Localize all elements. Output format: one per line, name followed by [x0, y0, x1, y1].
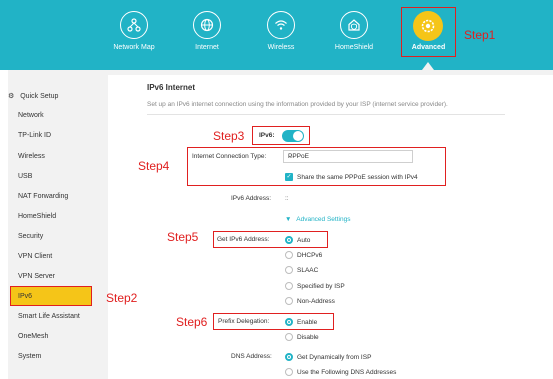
sidebar-item-nat-forwarding[interactable]: NAT Forwarding [18, 193, 68, 200]
radio-dns-manual[interactable] [285, 368, 293, 376]
share-session-label: Share the same PPPoE session with IPv4 [297, 174, 418, 181]
radio-non-address-label: Non-Address [297, 298, 335, 305]
nav-label-homeshield: HomeShield [334, 44, 374, 51]
sidebar-item-security[interactable]: Security [18, 233, 43, 240]
radio-dhcpv6-label: DHCPv6 [297, 252, 323, 259]
radio-auto-label: Auto [297, 237, 311, 244]
prefix-delegation-label: Prefix Delegation: [218, 318, 270, 325]
nav-label-advanced: Advanced [411, 44, 446, 51]
sidebar-item-tp-link-id[interactable]: TP-Link ID [18, 132, 51, 139]
triangle-down-icon: ▼ [285, 216, 292, 223]
ipv6-address-label: IPv6 Address: [231, 195, 272, 202]
sidebar-item-smart-life-assistant[interactable]: Smart Life Assistant [18, 313, 80, 320]
sidebar-item-ipv6[interactable]: IPv6 [10, 286, 92, 306]
step5-annotation: Step5 [167, 230, 199, 244]
radio-dhcpv6[interactable] [285, 251, 293, 259]
sidebar-item-label: Quick Setup [20, 93, 59, 100]
get-ipv6-address-label: Get IPv6 Address: [217, 236, 270, 243]
radio-slaac[interactable] [285, 266, 293, 274]
sidebar-item-label: IPv6 [18, 293, 33, 300]
ipv6-address-value: :: [285, 195, 289, 202]
step4-annotation: Step4 [138, 159, 170, 173]
radio-specified-by-isp[interactable] [285, 282, 293, 290]
radio-specified-by-isp-label: Specified by ISP [297, 283, 345, 290]
gear-icon: ⚙ [8, 93, 15, 100]
step2-annotation: Step2 [106, 291, 138, 305]
dns-address-label: DNS Address: [231, 353, 272, 360]
radio-enable-label: Enable [297, 319, 318, 326]
ipv6-toggle-label: IPv6: [259, 132, 275, 139]
step1-annotation: Step1 [464, 28, 496, 42]
globe-icon [193, 11, 221, 39]
gear-icon [413, 11, 443, 41]
radio-dns-manual-label: Use the Following DNS Addresses [297, 369, 397, 376]
radio-dns-dynamic-label: Get Dynamically from ISP [297, 354, 372, 361]
sidebar-item-quick-setup[interactable]: ⚙ Quick Setup [8, 92, 58, 100]
radio-slaac-label: SLAAC [297, 267, 319, 274]
radio-disable-label: Disable [297, 334, 319, 341]
ipv6-toggle[interactable] [282, 130, 304, 142]
sidebar-item-system[interactable]: System [18, 353, 41, 360]
sidebar-item-homeshield[interactable]: HomeShield [18, 213, 56, 220]
step3-annotation: Step3 [213, 129, 245, 143]
nav-tab-homeshield[interactable]: HomeShield [330, 0, 378, 70]
connection-type-select[interactable]: PPPoE ⌄ [283, 150, 413, 163]
advanced-settings-link[interactable]: ▼ Advanced Settings [285, 216, 350, 223]
sidebar-item-network[interactable]: Network [18, 112, 44, 119]
divider [147, 114, 505, 115]
nav-label-internet: Internet [195, 44, 219, 51]
nav-tab-internet[interactable]: Internet [184, 0, 230, 70]
radio-disable[interactable] [285, 333, 293, 341]
sidebar-item-onemesh[interactable]: OneMesh [18, 333, 48, 340]
main-content-area [108, 75, 553, 379]
chevron-down-icon: ⌄ [288, 153, 294, 160]
page-description: Set up an IPv6 internet connection using… [147, 101, 448, 108]
wifi-icon [267, 11, 295, 39]
sidebar-item-vpn-client[interactable]: VPN Client [18, 253, 52, 260]
radio-auto[interactable] [285, 236, 293, 244]
sidebar-item-wireless[interactable]: Wireless [18, 153, 45, 160]
sidebar-item-vpn-server[interactable]: VPN Server [18, 273, 55, 280]
connection-type-label: Internet Connection Type: [192, 153, 267, 160]
radio-dns-dynamic[interactable] [285, 353, 293, 361]
step6-annotation: Step6 [176, 315, 208, 329]
radio-enable[interactable] [285, 318, 293, 326]
network-map-icon [120, 11, 148, 39]
nav-label-network-map: Network Map [113, 44, 155, 51]
nav-label-wireless: Wireless [267, 44, 295, 51]
home-shield-icon [340, 11, 368, 39]
active-tab-indicator [422, 62, 434, 70]
page-title: IPv6 Internet [147, 83, 196, 92]
nav-tab-network-map[interactable]: Network Map [108, 0, 160, 70]
nav-tab-wireless[interactable]: Wireless [258, 0, 304, 70]
radio-non-address[interactable] [285, 297, 293, 305]
share-session-checkbox[interactable]: ✓ [285, 173, 293, 181]
sidebar-item-usb[interactable]: USB [18, 173, 32, 180]
